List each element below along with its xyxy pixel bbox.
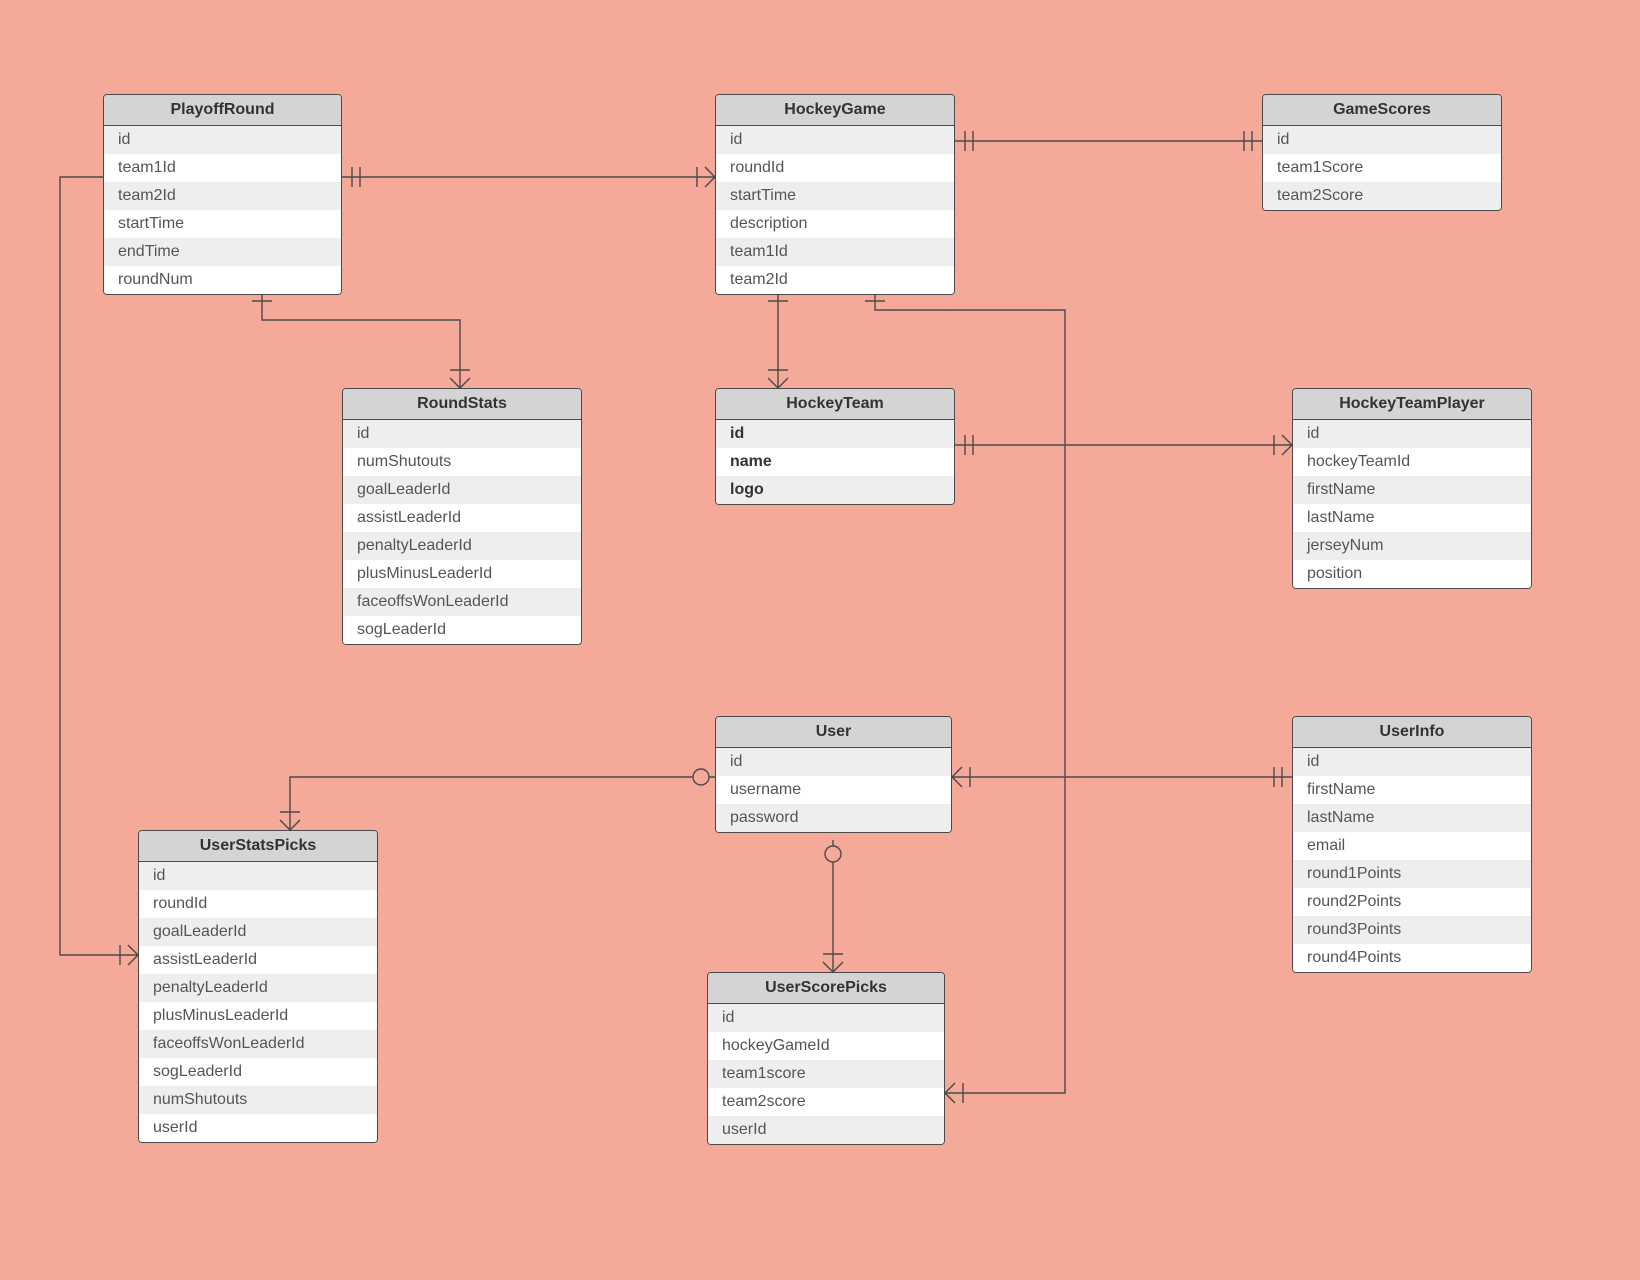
entity-field: sogLeaderId xyxy=(343,616,581,644)
entity-user-stats-picks: UserStatsPicks idroundIdgoalLeaderIdassi… xyxy=(138,830,378,1143)
entity-field: team1score xyxy=(708,1060,944,1088)
entity-field: team1Id xyxy=(104,154,341,182)
entity-field: plusMinusLeaderId xyxy=(139,1002,377,1030)
entity-field: faceoffsWonLeaderId xyxy=(139,1030,377,1058)
entity-hockey-team: HockeyTeam idnamelogo xyxy=(715,388,955,505)
entity-field: id xyxy=(139,862,377,890)
entity-field: goalLeaderId xyxy=(343,476,581,504)
entity-field: team2Id xyxy=(104,182,341,210)
entity-field: id xyxy=(708,1004,944,1032)
entity-field: roundNum xyxy=(104,266,341,294)
entity-field: hockeyGameId xyxy=(708,1032,944,1060)
entity-field: id xyxy=(716,748,951,776)
entity-field: team1Score xyxy=(1263,154,1501,182)
entity-field: id xyxy=(1293,748,1531,776)
entity-title: User xyxy=(716,717,951,748)
entity-field: username xyxy=(716,776,951,804)
entity-field: description xyxy=(716,210,954,238)
entity-user: User idusernamepassword xyxy=(715,716,952,833)
entity-field: name xyxy=(716,448,954,476)
entity-title: UserScorePicks xyxy=(708,973,944,1004)
entity-field: id xyxy=(1293,420,1531,448)
entity-title: UserInfo xyxy=(1293,717,1531,748)
entity-field: id xyxy=(1263,126,1501,154)
entity-field: roundId xyxy=(139,890,377,918)
entity-game-scores: GameScores idteam1Scoreteam2Score xyxy=(1262,94,1502,211)
entity-field: startTime xyxy=(716,182,954,210)
entity-field: id xyxy=(104,126,341,154)
entity-field: round3Points xyxy=(1293,916,1531,944)
entity-field: plusMinusLeaderId xyxy=(343,560,581,588)
entity-field: sogLeaderId xyxy=(139,1058,377,1086)
entity-field: team1Id xyxy=(716,238,954,266)
entity-playoff-round: PlayoffRound idteam1Idteam2IdstartTimeen… xyxy=(103,94,342,295)
entity-field: jerseyNum xyxy=(1293,532,1531,560)
entity-hockey-game: HockeyGame idroundIdstartTimedescription… xyxy=(715,94,955,295)
entity-field: numShutouts xyxy=(343,448,581,476)
entity-field: penaltyLeaderId xyxy=(139,974,377,1002)
entity-field: position xyxy=(1293,560,1531,588)
entity-field: lastName xyxy=(1293,804,1531,832)
entity-field: penaltyLeaderId xyxy=(343,532,581,560)
entity-title: HockeyTeamPlayer xyxy=(1293,389,1531,420)
entity-title: UserStatsPicks xyxy=(139,831,377,862)
entity-field: password xyxy=(716,804,951,832)
entity-field: email xyxy=(1293,832,1531,860)
entity-field: id xyxy=(716,420,954,448)
entity-field: logo xyxy=(716,476,954,504)
entity-hockey-team-player: HockeyTeamPlayer idhockeyTeamIdfirstName… xyxy=(1292,388,1532,589)
entity-title: HockeyTeam xyxy=(716,389,954,420)
entity-field: hockeyTeamId xyxy=(1293,448,1531,476)
entity-field: team2Score xyxy=(1263,182,1501,210)
entity-title: PlayoffRound xyxy=(104,95,341,126)
entity-title: RoundStats xyxy=(343,389,581,420)
entity-field: id xyxy=(716,126,954,154)
entity-user-info: UserInfo idfirstNamelastNameemailround1P… xyxy=(1292,716,1532,973)
entity-field: round1Points xyxy=(1293,860,1531,888)
entity-title: HockeyGame xyxy=(716,95,954,126)
entity-field: numShutouts xyxy=(139,1086,377,1114)
entity-field: id xyxy=(343,420,581,448)
entity-user-score-picks: UserScorePicks idhockeyGameIdteam1scoret… xyxy=(707,972,945,1145)
entity-round-stats: RoundStats idnumShutoutsgoalLeaderIdassi… xyxy=(342,388,582,645)
entity-field: roundId xyxy=(716,154,954,182)
entity-field: endTime xyxy=(104,238,341,266)
entity-field: team2score xyxy=(708,1088,944,1116)
entity-field: round4Points xyxy=(1293,944,1531,972)
entity-field: assistLeaderId xyxy=(343,504,581,532)
entity-field: firstName xyxy=(1293,776,1531,804)
entity-field: startTime xyxy=(104,210,341,238)
entity-field: assistLeaderId xyxy=(139,946,377,974)
entity-title: GameScores xyxy=(1263,95,1501,126)
entity-field: userId xyxy=(139,1114,377,1142)
entity-field: goalLeaderId xyxy=(139,918,377,946)
entity-field: firstName xyxy=(1293,476,1531,504)
entity-field: round2Points xyxy=(1293,888,1531,916)
entity-field: userId xyxy=(708,1116,944,1144)
entity-field: lastName xyxy=(1293,504,1531,532)
entity-field: faceoffsWonLeaderId xyxy=(343,588,581,616)
entity-field: team2Id xyxy=(716,266,954,294)
